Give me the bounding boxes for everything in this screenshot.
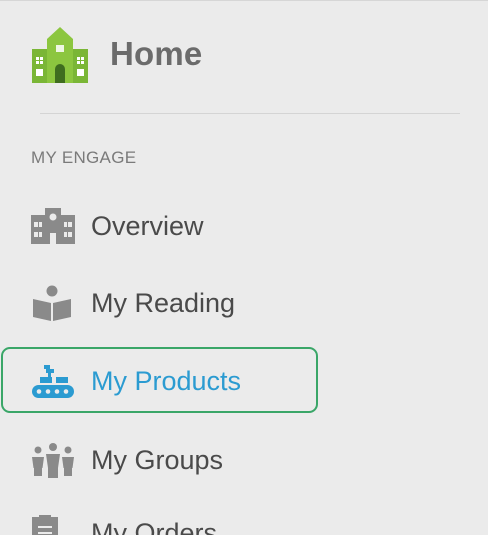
nav-item-my-reading[interactable]: My Reading [30, 285, 235, 321]
nav-item-my-orders[interactable]: My Orders [30, 515, 217, 535]
nav-item-my-groups[interactable]: My Groups [30, 442, 223, 478]
home-link[interactable]: Home [30, 25, 203, 83]
nav-label-overview: Overview [91, 210, 204, 241]
nav-label-my-reading: My Reading [91, 287, 236, 318]
conveyor-icon [32, 365, 74, 398]
section-label: MY ENGAGE [31, 148, 137, 167]
divider [40, 113, 460, 114]
nav-label-my-products: My Products [91, 365, 242, 396]
sidebar: Home MY ENGAGE Overview My Reading My Pr… [0, 0, 488, 535]
nav-item-my-products[interactable]: My Products [30, 363, 241, 399]
school-icon [31, 208, 75, 244]
nav-label-my-groups: My Groups [91, 444, 224, 475]
clipboard-icon [32, 515, 58, 535]
home-title: Home [110, 35, 203, 72]
nav-label-my-orders: My Orders [91, 517, 218, 535]
home-icon [32, 27, 88, 83]
reader-icon [33, 285, 71, 321]
group-icon [32, 443, 74, 478]
nav-item-overview[interactable]: Overview [30, 208, 204, 244]
